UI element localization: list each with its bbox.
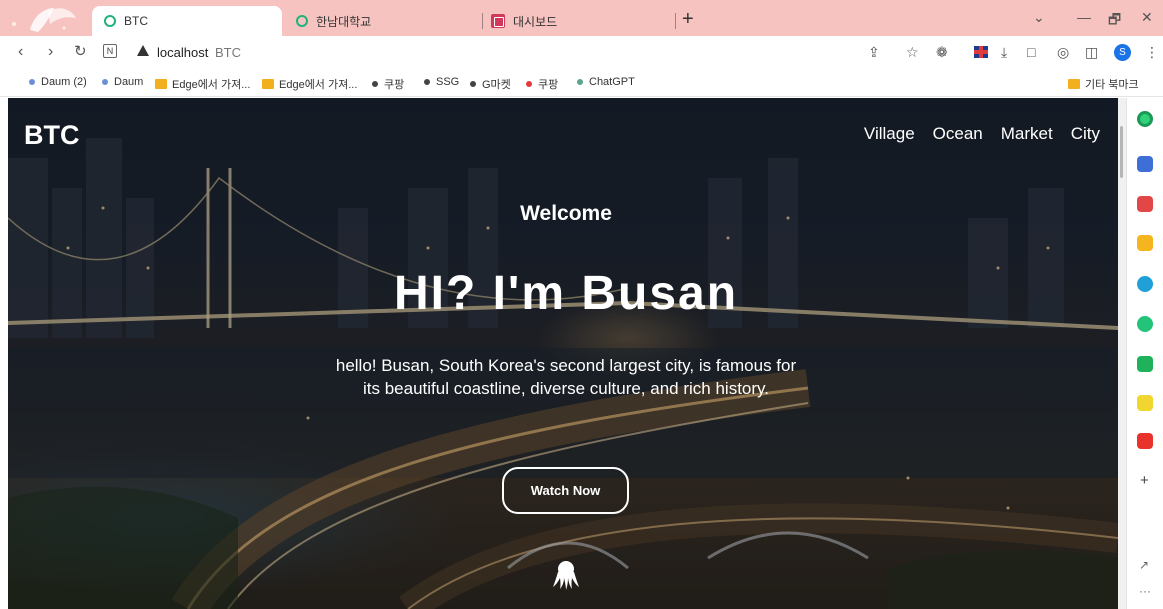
bookmark-dot-icon [29, 79, 35, 85]
tab-favicon-ring-icon [104, 15, 116, 27]
address-bar-title[interactable]: BTC [215, 45, 241, 60]
page-scrollbar-thumb[interactable] [1120, 126, 1123, 178]
not-secure-warning-icon[interactable] [137, 45, 149, 56]
bookmark-chatgpt[interactable]: ChatGPT [577, 76, 635, 88]
pocket-icon[interactable] [1137, 196, 1153, 212]
nav-link-ocean[interactable]: Ocean [933, 124, 983, 144]
edge-games-icon[interactable] [1137, 276, 1153, 292]
bookmark-daum-2[interactable]: Daum (2) [29, 76, 87, 88]
nav-link-village[interactable]: Village [864, 124, 915, 144]
bookmark-daum[interactable]: Daum [102, 76, 143, 88]
close-window-button[interactable]: ✕ [1141, 9, 1153, 26]
restore-button[interactable]: 🗗 [1108, 9, 1121, 33]
tab-title: 한남대학교 [316, 14, 372, 29]
tab-favicon-ring-icon [296, 15, 308, 27]
refresh-icon[interactable]: ↻ [74, 43, 87, 61]
bookmark-ssg[interactable]: SSG [424, 76, 459, 88]
folder-icon [262, 79, 274, 89]
webtoon-icon[interactable] [1137, 356, 1153, 372]
hero-description: hello! Busan, South Korea's second large… [335, 356, 797, 398]
bookmark-coupang-red[interactable]: 쿠팡 [526, 76, 558, 92]
bookmark-dot-icon [470, 81, 476, 87]
side-panel-more-icon[interactable]: ··· [1139, 584, 1151, 598]
briefcase-icon[interactable] [1137, 156, 1153, 172]
page-viewport: BTC Village Ocean Market City Welcome HI… [8, 98, 1118, 609]
site-nav: Village Ocean Market City [864, 124, 1100, 144]
tab-search-chevron-icon[interactable]: ⌄ [1033, 9, 1045, 26]
favorite-star-icon[interactable]: ☆ [906, 45, 919, 59]
bookmark-folder-edge-2[interactable]: Edge에서 가져... [262, 76, 357, 92]
tab-btc[interactable]: BTC [92, 6, 282, 36]
now-app-icon[interactable] [1137, 433, 1153, 449]
back-arrow-icon[interactable]: ‹ [18, 43, 23, 61]
folder-icon [155, 79, 167, 89]
site-brand-logo[interactable]: BTC [24, 120, 80, 151]
octopus-scroll-icon[interactable] [552, 560, 580, 590]
extensions-puzzle-icon[interactable]: ❁ [936, 45, 948, 59]
address-bar-host[interactable]: localhost [157, 45, 208, 60]
bookmark-dot-icon [526, 81, 532, 87]
hero-welcome: Welcome [520, 202, 612, 225]
screenshot-icon[interactable]: □ [1027, 45, 1035, 59]
translate-flag-icon[interactable] [974, 46, 988, 58]
open-external-icon[interactable]: ↗ [1139, 558, 1149, 572]
bookmarks-bar: Daum (2) Daum Edge에서 가져... Edge에서 가져... … [0, 69, 1163, 97]
menu-kebab-icon[interactable]: ⋮ [1145, 45, 1159, 59]
tab-title: 대시보드 [513, 14, 558, 29]
tab-title: BTC [124, 14, 148, 28]
tab-separator [482, 13, 483, 29]
bookmark-folder-edge-1[interactable]: Edge에서 가져... [155, 76, 250, 92]
camera-capture-icon[interactable]: ◎ [1057, 45, 1069, 59]
folder-icon [1068, 79, 1080, 89]
forward-arrow-icon[interactable]: › [48, 43, 53, 61]
tab-hannam[interactable]: 한남대학교 [296, 6, 476, 36]
nav-link-market[interactable]: Market [1001, 124, 1053, 144]
profile-theme-art [0, 0, 92, 36]
hero-title: HI? I'm Busan [393, 267, 739, 320]
bookmark-dot-icon [102, 79, 108, 85]
add-sidebar-app-button[interactable]: + [1140, 472, 1149, 489]
favorites-star-app-icon[interactable] [1137, 235, 1153, 251]
tab-separator [675, 13, 676, 29]
watch-now-button[interactable]: Watch Now [502, 467, 629, 514]
side-panel: + ↗ ··· [1126, 98, 1163, 609]
bookmark-gmarket[interactable]: G마켓 [470, 76, 511, 92]
copilot-icon[interactable] [1137, 111, 1153, 127]
share-icon[interactable]: ⇪ [868, 45, 880, 59]
profile-avatar[interactable]: S [1114, 44, 1131, 61]
split-view-icon[interactable]: ◫ [1085, 45, 1098, 59]
minimize-button[interactable]: — [1077, 9, 1091, 25]
tab-strip: BTC 한남대학교 대시보드 + ⌄ — 🗗 ✕ [0, 0, 1163, 36]
notes-icon[interactable] [1137, 395, 1153, 411]
browser-toolbar: ‹ › ↻ N localhost BTC ⇪ ☆ ❁ ⤓ □ ◎ ◫ S ⋮ [0, 36, 1163, 69]
new-tab-button[interactable]: + [682, 8, 694, 30]
other-bookmarks-folder[interactable]: 기타 북마크 [1068, 76, 1139, 92]
bookmark-dot-icon [424, 79, 430, 85]
reader-n-icon[interactable]: N [103, 44, 117, 58]
tab-dashboard[interactable]: 대시보드 [491, 6, 671, 36]
bookmark-coupang[interactable]: 쿠팡 [372, 76, 404, 92]
download-icon[interactable]: ⤓ [1001, 45, 1007, 59]
dashboard-favicon-icon [491, 14, 505, 28]
media-play-icon[interactable] [1137, 316, 1153, 332]
nav-link-city[interactable]: City [1071, 124, 1100, 144]
bookmark-dot-icon [372, 81, 378, 87]
bookmark-dot-icon [577, 79, 583, 85]
